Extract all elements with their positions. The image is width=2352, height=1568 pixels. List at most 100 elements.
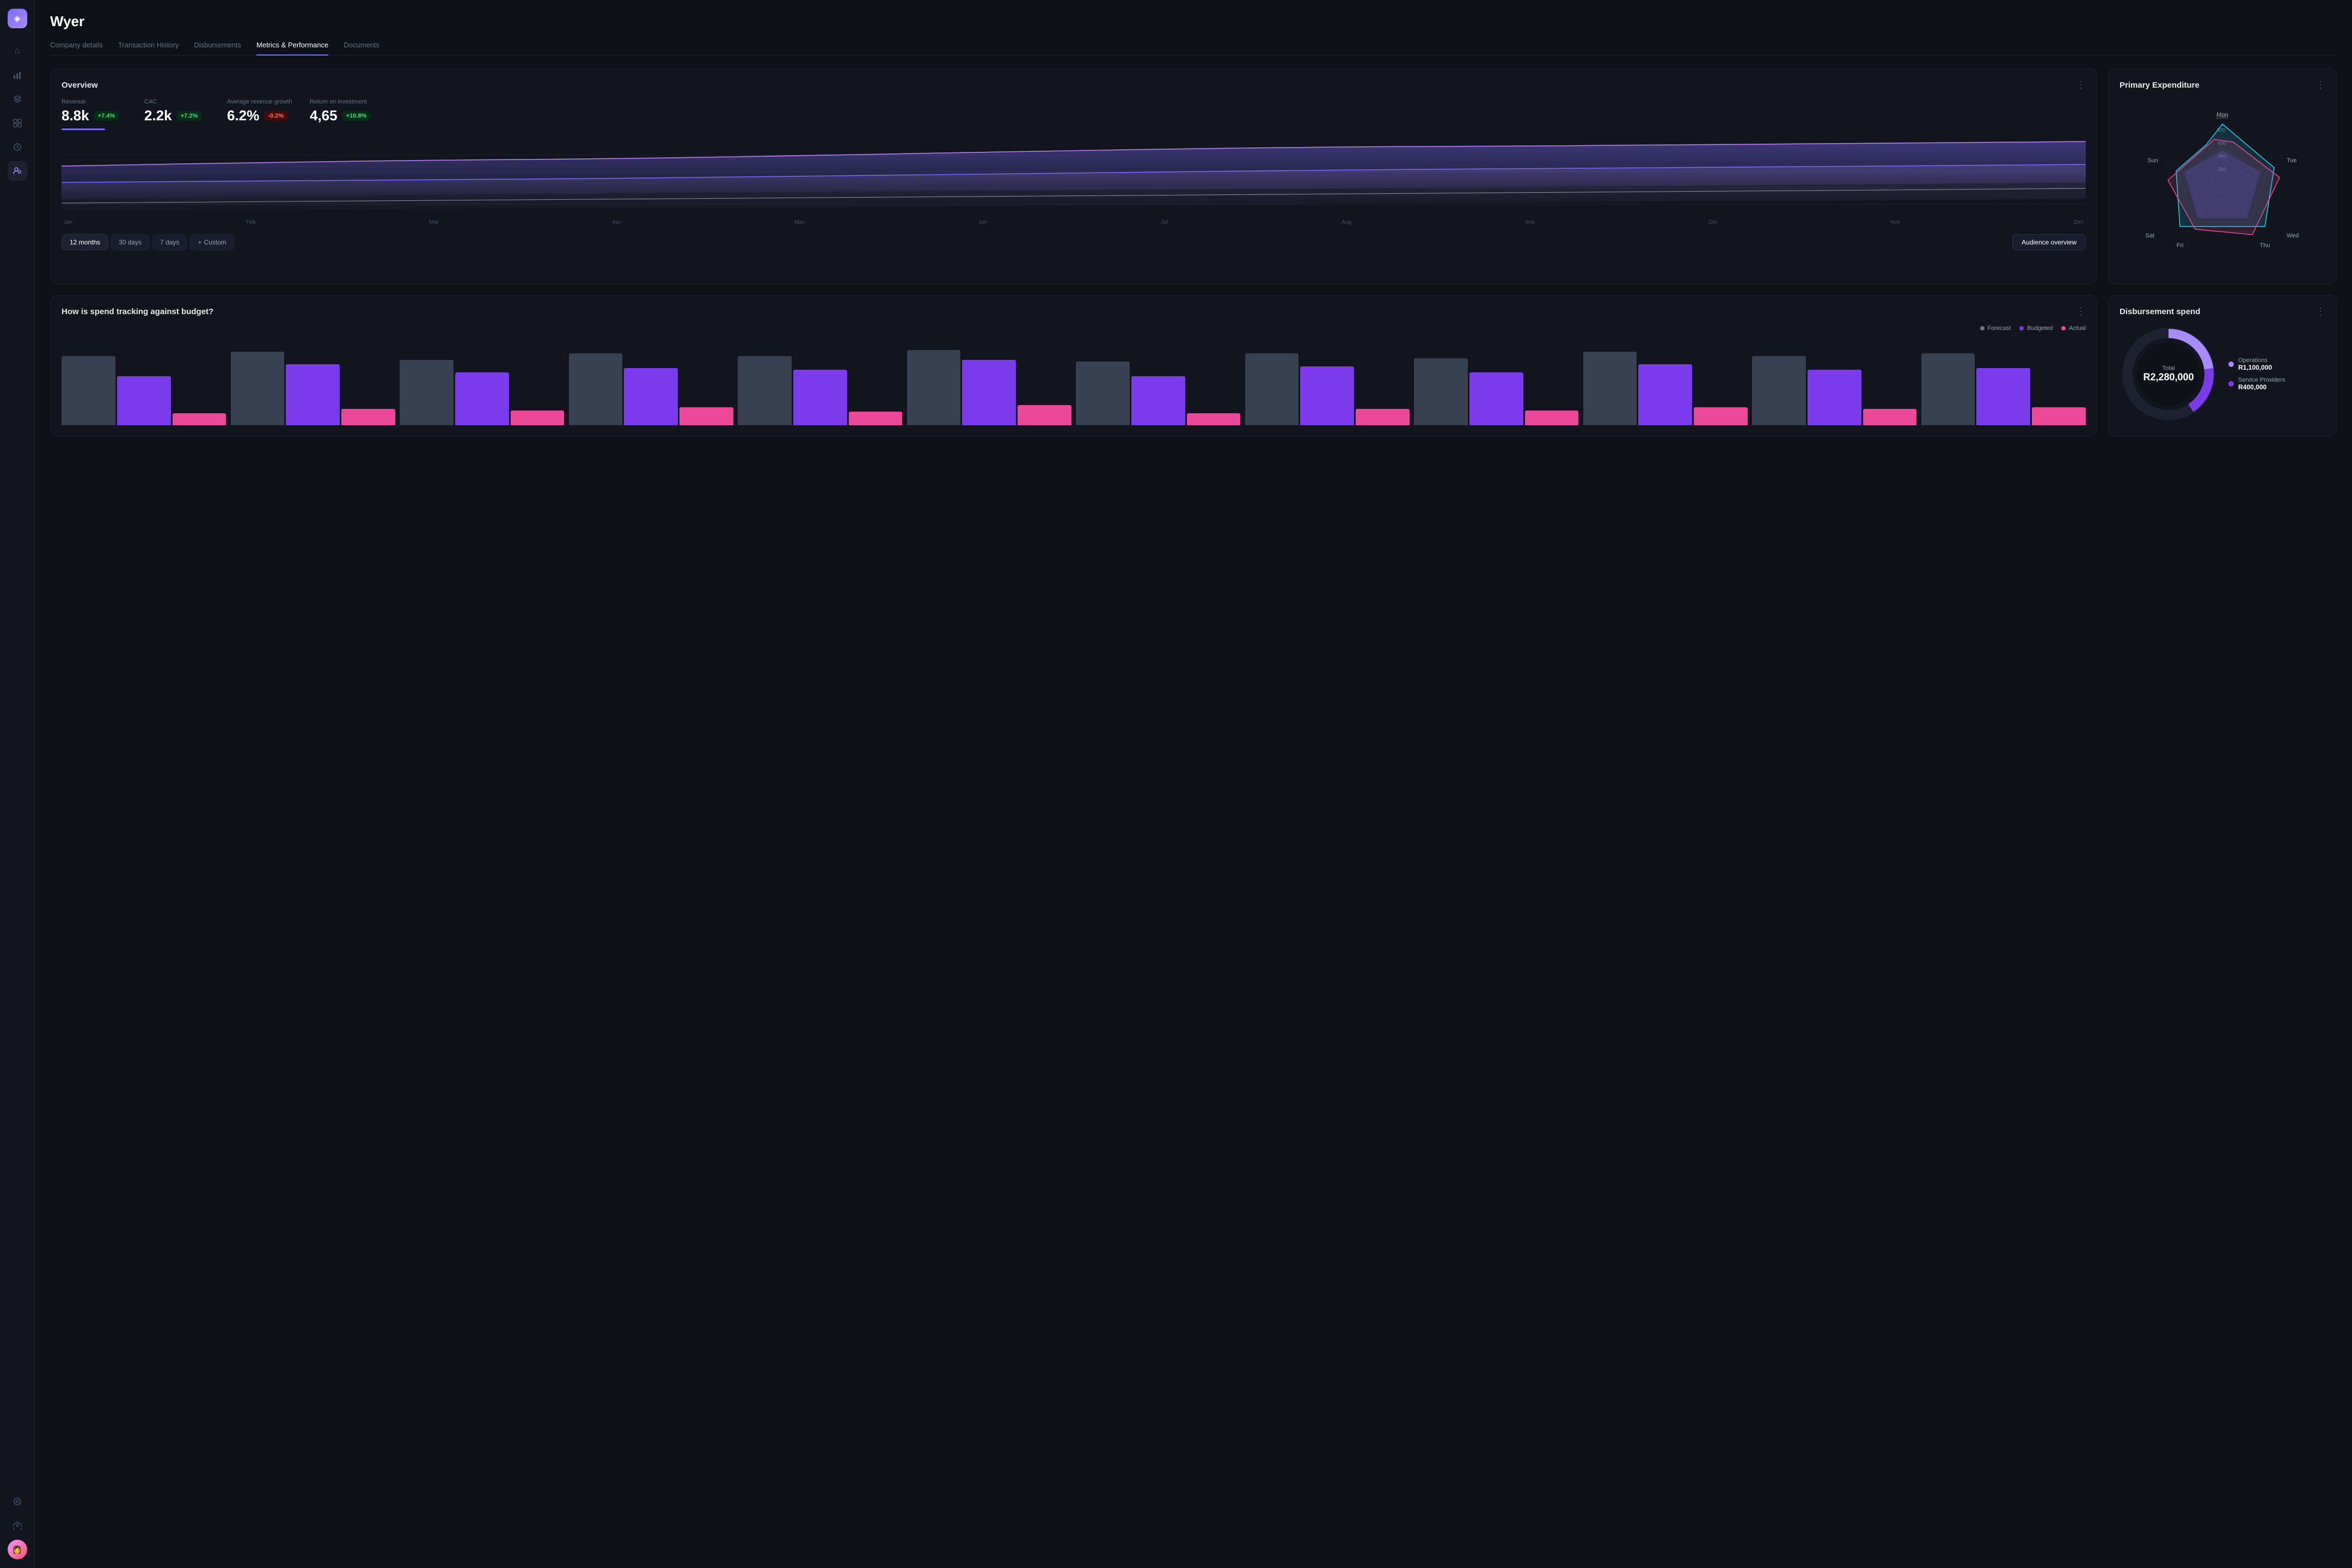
time-btn-7days[interactable]: 7 days xyxy=(152,234,187,250)
forecast-label: Forecast xyxy=(1988,325,2011,332)
bar-chart xyxy=(62,338,2086,425)
line-chart xyxy=(62,139,2086,215)
sidebar-item-box[interactable] xyxy=(8,113,27,133)
bar-budgeted xyxy=(1638,364,1692,426)
disbursement-title: Disbursement spend xyxy=(2120,307,2200,316)
bar-actual xyxy=(1187,413,1241,426)
bar-budgeted xyxy=(1808,370,1861,425)
actual-dot xyxy=(2061,326,2066,330)
audience-overview-button[interactable]: Audience overview xyxy=(2012,234,2086,250)
tab-documents[interactable]: Documents xyxy=(344,41,379,56)
overview-card: Overview ⋮ Revenue 8.8k +7.4% CAC 2.2k xyxy=(50,69,2097,284)
metric-roi-value-row: 4,65 +10.8% xyxy=(310,107,375,124)
metric-revenue-bar xyxy=(62,128,105,130)
sidebar-item-chart[interactable] xyxy=(8,65,27,85)
bar-budgeted xyxy=(793,370,847,425)
bar-budgeted xyxy=(1131,376,1185,425)
metric-growth-value-row: 6.2% -0.2% xyxy=(227,107,292,124)
tab-metrics-performance[interactable]: Metrics & Performance xyxy=(256,41,328,56)
donut-total-label: Total xyxy=(2143,365,2194,372)
tab-company-details[interactable]: Company details xyxy=(50,41,103,56)
actual-label: Actual xyxy=(2069,325,2086,332)
svg-text:Sun: Sun xyxy=(2147,157,2158,164)
bar-group-7 xyxy=(1245,344,1410,425)
bar-forecast xyxy=(1921,353,1975,425)
time-btn-custom[interactable]: + Custom xyxy=(189,234,234,250)
metric-revenue: Revenue 8.8k +7.4% xyxy=(62,99,127,130)
metric-revenue-badge: +7.4% xyxy=(94,111,120,121)
bar-actual xyxy=(1525,411,1579,425)
spend-menu-icon[interactable]: ⋮ xyxy=(2076,307,2086,316)
sidebar-item-users[interactable] xyxy=(8,161,27,181)
bar-actual xyxy=(679,407,733,425)
metric-roi-label: Return on investment xyxy=(310,99,375,105)
time-btn-12months[interactable]: 12 months xyxy=(62,234,108,250)
bar-group-11 xyxy=(1921,344,2086,425)
operations-dot xyxy=(2228,362,2234,367)
svg-text:Thu: Thu xyxy=(2260,242,2270,249)
bar-budgeted xyxy=(1300,366,1354,425)
expenditure-menu-icon[interactable]: ⋮ xyxy=(2316,80,2325,90)
admin-icon[interactable] xyxy=(8,1492,27,1511)
x-label-may: May xyxy=(794,219,805,225)
svg-text:Mon: Mon xyxy=(2216,112,2228,118)
bar-actual xyxy=(1356,409,1410,425)
main-content: Wyer Company details Transaction History… xyxy=(35,0,2352,1568)
service-providers-dot xyxy=(2228,381,2234,387)
metric-revenue-label: Revenue xyxy=(62,99,127,105)
bar-forecast xyxy=(1752,356,1806,426)
chart-legend: Forecast Budgeted Actual xyxy=(62,325,2086,332)
x-axis: Jan Feb Mar Apr May Jun Jul Aug Sep Oct … xyxy=(62,219,2086,225)
x-label-aug: Aug xyxy=(1342,219,1351,225)
svg-text:Fri: Fri xyxy=(2177,242,2184,249)
donut-center: Total R2,280,000 xyxy=(2143,365,2194,383)
metric-growth-badge: -0.2% xyxy=(264,111,288,121)
donut-legend-service-providers: Service Providers R400,000 xyxy=(2228,377,2285,391)
spend-title: How is spend tracking against budget? xyxy=(62,307,213,316)
radar-chart: 1,000 800 600 400 200 xyxy=(2120,99,2325,273)
bar-forecast xyxy=(1414,358,1468,425)
metric-revenue-value: 8.8k xyxy=(62,107,89,124)
metric-cac-label: CAC xyxy=(144,99,210,105)
donut-chart: Total R2,280,000 xyxy=(2120,325,2218,423)
bar-budgeted xyxy=(455,372,509,426)
bar-group-4 xyxy=(738,344,903,425)
disbursement-menu-icon[interactable]: ⋮ xyxy=(2316,307,2325,316)
bar-forecast xyxy=(400,360,454,425)
overview-menu-icon[interactable]: ⋮ xyxy=(2076,80,2086,90)
spend-card-header: How is spend tracking against budget? ⋮ xyxy=(62,307,2086,316)
metric-revenue-growth: Average revenue growth 6.2% -0.2% xyxy=(227,99,292,130)
bar-group-8 xyxy=(1414,344,1579,425)
donut-legend: Operations R1,100,000 Service Providers … xyxy=(2228,357,2285,391)
time-buttons: 12 months 30 days 7 days + Custom xyxy=(62,234,235,250)
app-logo[interactable]: ◈ xyxy=(8,9,27,28)
tabs: Company details Transaction History Disb… xyxy=(50,41,2337,56)
sidebar-item-home[interactable]: ⌂ xyxy=(8,41,27,61)
bar-group-0 xyxy=(62,344,226,425)
plus-icon: + xyxy=(198,238,201,246)
x-label-sep: Sep xyxy=(1525,219,1535,225)
bar-group-2 xyxy=(400,344,565,425)
settings-icon[interactable] xyxy=(8,1516,27,1535)
sidebar-item-layers[interactable] xyxy=(8,89,27,109)
tab-transaction-history[interactable]: Transaction History xyxy=(118,41,179,56)
metric-roi-value: 4,65 xyxy=(310,107,338,124)
x-label-feb: Feb xyxy=(246,219,255,225)
sidebar-item-clock[interactable] xyxy=(8,137,27,157)
bar-group-5 xyxy=(907,344,1072,425)
metrics-row: Revenue 8.8k +7.4% CAC 2.2k +7.2% Averag… xyxy=(62,99,2086,130)
tab-disbursements[interactable]: Disbursements xyxy=(194,41,241,56)
time-btn-30days[interactable]: 30 days xyxy=(111,234,150,250)
avatar[interactable]: 👩 xyxy=(8,1540,27,1559)
donut-legend-operations: Operations R1,100,000 xyxy=(2228,357,2285,371)
bar-group-10 xyxy=(1752,344,1917,425)
svg-text:Tue: Tue xyxy=(2287,157,2297,164)
metric-roi-badge: +10.8% xyxy=(342,111,371,121)
bar-group-6 xyxy=(1076,344,1241,425)
service-providers-value: R400,000 xyxy=(2238,383,2285,391)
bar-budgeted xyxy=(962,360,1016,425)
disbursement-card-header: Disbursement spend ⋮ xyxy=(2120,307,2325,316)
legend-actual: Actual xyxy=(2061,325,2086,332)
budgeted-dot xyxy=(2019,326,2024,330)
bar-actual xyxy=(1018,405,1071,426)
